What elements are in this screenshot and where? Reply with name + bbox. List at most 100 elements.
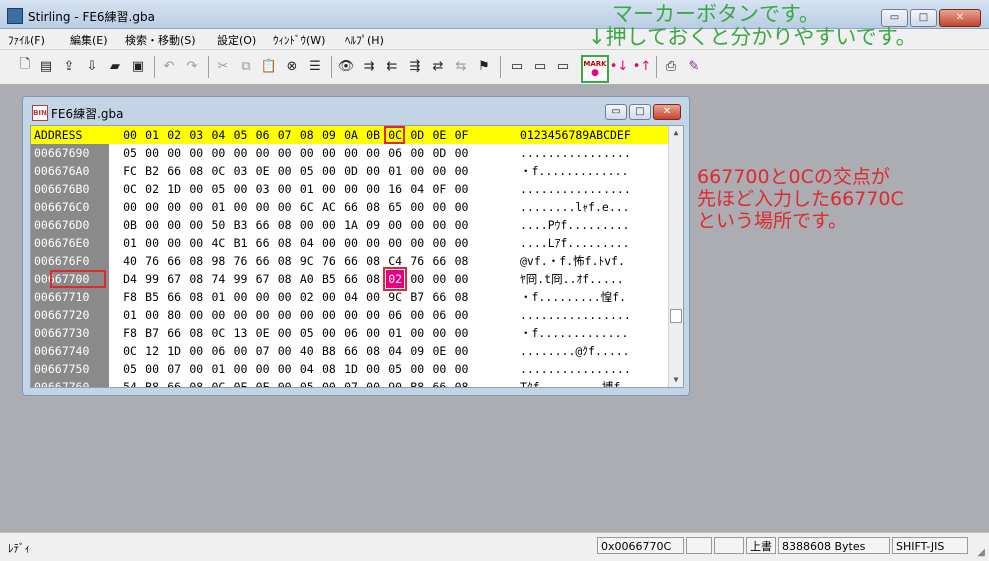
help-icon[interactable]: ✎	[685, 56, 703, 76]
hex-byte[interactable]: 00	[321, 234, 337, 252]
save-icon[interactable]: ▣	[129, 56, 147, 76]
hex-byte[interactable]: 00	[233, 144, 249, 162]
child-maximize-button[interactable]: □	[629, 104, 651, 120]
find-prev-icon[interactable]: ⇇	[383, 56, 401, 76]
hex-byte[interactable]: 04	[343, 288, 359, 306]
copy-icon[interactable]: ⧉	[237, 56, 255, 76]
hex-byte[interactable]: 00	[277, 324, 293, 342]
hex-byte[interactable]: 04	[299, 234, 315, 252]
hex-byte[interactable]: 00	[343, 234, 359, 252]
hex-byte[interactable]: 00	[144, 144, 160, 162]
redo-icon[interactable]: ↷	[183, 56, 201, 76]
menu-help[interactable]: ﾍﾙﾌﾟ(H)	[345, 32, 384, 48]
hex-byte[interactable]: 06	[387, 306, 403, 324]
ascii-text[interactable]: ﾔ冏.t冏..ｵf.....	[520, 270, 624, 288]
hex-byte[interactable]: 00	[365, 378, 381, 387]
hex-byte[interactable]: 00	[454, 198, 470, 216]
hex-byte[interactable]: 67	[166, 270, 182, 288]
hex-byte[interactable]: B8	[409, 378, 425, 387]
hex-byte[interactable]: 54	[122, 378, 138, 387]
ascii-text[interactable]: ................	[520, 180, 631, 198]
hex-byte[interactable]: 99	[233, 270, 249, 288]
marker-next-icon[interactable]: •↓	[610, 56, 629, 76]
hex-byte[interactable]: 00	[210, 306, 226, 324]
hex-byte[interactable]: 05	[122, 144, 138, 162]
hex-byte[interactable]: 66	[166, 162, 182, 180]
hex-byte[interactable]: 08	[188, 270, 204, 288]
hex-byte[interactable]: 66	[431, 288, 447, 306]
hex-byte[interactable]: 66	[166, 288, 182, 306]
hex-byte[interactable]: 05	[299, 162, 315, 180]
hex-byte[interactable]: 1D	[343, 360, 359, 378]
hex-byte[interactable]: 0D	[343, 162, 359, 180]
ascii-text[interactable]: @vf.・f.怖f.ﾄvf.	[520, 252, 625, 270]
hex-byte[interactable]: FC	[122, 162, 138, 180]
hex-byte[interactable]: 0B	[122, 216, 138, 234]
hex-byte[interactable]: 00	[255, 306, 271, 324]
hex-byte[interactable]: 00	[277, 180, 293, 198]
hex-byte[interactable]: 00	[144, 198, 160, 216]
hex-byte[interactable]: 76	[144, 252, 160, 270]
hex-byte[interactable]: 05	[210, 180, 226, 198]
hex-byte[interactable]: 66	[255, 234, 271, 252]
hex-byte[interactable]: F8	[122, 288, 138, 306]
hex-byte[interactable]: 06	[431, 306, 447, 324]
hex-byte[interactable]: 66	[343, 342, 359, 360]
hex-byte[interactable]: 05	[299, 324, 315, 342]
hex-byte[interactable]: 0C	[122, 180, 138, 198]
hex-byte[interactable]: 00	[277, 360, 293, 378]
hex-byte[interactable]: 07	[166, 360, 182, 378]
hex-byte[interactable]: 90	[387, 378, 403, 387]
hex-byte[interactable]: 00	[454, 324, 470, 342]
hex-byte[interactable]: 00	[387, 234, 403, 252]
hex-byte[interactable]: 00	[255, 144, 271, 162]
hex-byte[interactable]: 00	[409, 360, 425, 378]
hex-byte[interactable]: 00	[365, 162, 381, 180]
hex-byte[interactable]: 66	[431, 378, 447, 387]
hex-byte[interactable]: 50	[210, 216, 226, 234]
hex-byte[interactable]: 0E	[255, 324, 271, 342]
hex-byte[interactable]: 08	[188, 252, 204, 270]
hex-byte[interactable]: 00	[166, 234, 182, 252]
hex-byte[interactable]: 00	[343, 180, 359, 198]
vertical-scrollbar[interactable]: ▲ ▼	[668, 126, 683, 387]
hex-byte[interactable]: 66	[343, 270, 359, 288]
hex-byte[interactable]: 98	[210, 252, 226, 270]
ascii-text[interactable]: ................	[520, 144, 631, 162]
menu-settings[interactable]: 設定(O)	[217, 32, 256, 48]
hex-byte[interactable]: 66	[166, 252, 182, 270]
hex-byte[interactable]: 80	[166, 306, 182, 324]
hex-byte[interactable]: 00	[299, 216, 315, 234]
hex-byte[interactable]: 07	[255, 342, 271, 360]
hex-byte[interactable]: 00	[166, 144, 182, 162]
menu-window[interactable]: ｳｨﾝﾄﾞｳ(W)	[273, 32, 325, 48]
hex-byte[interactable]: 04	[299, 360, 315, 378]
close-button[interactable]: ✕	[939, 9, 981, 27]
ascii-text[interactable]: Tｸf.........搏f.	[520, 378, 627, 387]
hex-byte[interactable]: 00	[365, 288, 381, 306]
hex-byte[interactable]: 74	[210, 270, 226, 288]
hex-byte[interactable]: 66	[343, 252, 359, 270]
hex-byte[interactable]: 00	[277, 342, 293, 360]
hex-byte[interactable]: F8	[122, 324, 138, 342]
hex-byte[interactable]: 00	[255, 288, 271, 306]
hex-byte[interactable]: 01	[387, 162, 403, 180]
hex-byte[interactable]: 00	[431, 360, 447, 378]
hex-byte[interactable]: 00	[431, 198, 447, 216]
hex-byte[interactable]: 00	[454, 270, 470, 288]
hex-byte[interactable]: 66	[166, 324, 182, 342]
hex-byte[interactable]: 1D	[166, 342, 182, 360]
hex-byte[interactable]: 0F	[431, 180, 447, 198]
scroll-down-icon[interactable]: ▼	[669, 373, 683, 387]
hex-byte[interactable]: 0E	[255, 162, 271, 180]
ascii-text[interactable]: ・f.............	[520, 162, 628, 180]
find-all-icon[interactable]: ⇶	[406, 56, 424, 76]
hex-byte[interactable]: 00	[409, 162, 425, 180]
hex-byte[interactable]: 12	[144, 342, 160, 360]
hex-byte[interactable]: 99	[144, 270, 160, 288]
hex-byte[interactable]: 66	[166, 378, 182, 387]
cut-icon[interactable]: ✂	[214, 56, 232, 76]
hex-byte[interactable]: 00	[321, 180, 337, 198]
hex-byte[interactable]: 00	[409, 216, 425, 234]
hex-byte[interactable]: AC	[321, 198, 337, 216]
